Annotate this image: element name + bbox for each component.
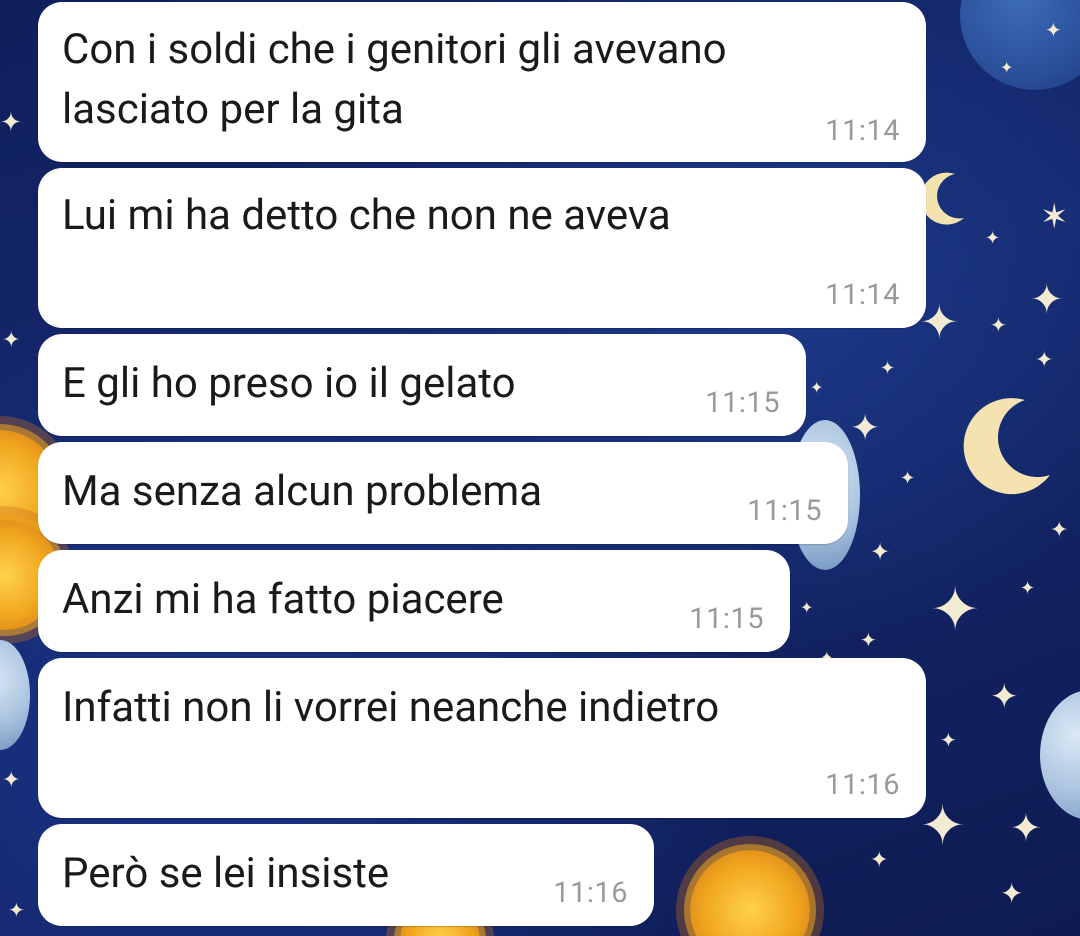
message-text: lasciato per la gita <box>62 85 404 134</box>
message-bubble[interactable]: Lui mi ha detto che non ne aveva 11:14 <box>38 168 926 328</box>
star-icon: ✦ <box>990 677 1019 717</box>
star-icon: ✦ <box>870 848 889 873</box>
star-icon: ✦ <box>1030 276 1064 323</box>
crescent-moon-icon <box>920 172 964 225</box>
star-icon: ✦ <box>985 228 1001 249</box>
message-bubble[interactable]: Anzi mi ha fatto piacere 11:15 <box>38 550 790 652</box>
message-text: Ma senza alcun problema <box>62 467 543 516</box>
star-icon: ✦ <box>860 628 877 652</box>
star-icon: ✦ <box>2 768 21 793</box>
star-icon: ✦ <box>8 898 25 922</box>
sun-icon <box>690 850 810 936</box>
message-text: Con i soldi che i genitori gli avevano <box>62 25 727 74</box>
star-icon: ✦ <box>1050 518 1069 543</box>
message-bubble[interactable]: Infatti non li vorrei neanche indietro 1… <box>38 658 926 818</box>
star-icon: ✦ <box>870 538 891 566</box>
star-icon: ✦ <box>2 328 21 353</box>
message-time: 11:15 <box>689 602 764 636</box>
message-text: Però se lei insiste <box>62 849 390 898</box>
message-text: Infatti non li vorrei neanche indietro <box>62 683 720 732</box>
star-icon: ✦ <box>810 378 824 397</box>
star-icon: ✦ <box>900 468 916 489</box>
crescent-moon-icon <box>0 224 36 306</box>
star-icon: ✦ <box>990 313 1007 337</box>
message-time: 11:16 <box>825 768 900 802</box>
message-text: Anzi mi ha fatto piacere <box>62 575 504 624</box>
message-bubble[interactable]: Ma senza alcun problema 11:15 <box>38 442 848 544</box>
message-bubble[interactable]: Però se lei insiste 11:16 <box>38 824 654 926</box>
star-icon: ✦ <box>0 108 22 138</box>
star-icon: ✦ <box>940 728 957 752</box>
message-bubble[interactable]: Con i soldi che i genitori gli avevano l… <box>38 2 926 162</box>
star-icon: ✦ <box>930 574 981 645</box>
star-icon: ✦ <box>850 407 881 449</box>
message-time: 11:14 <box>825 278 900 312</box>
star-icon: ✦ <box>1000 877 1024 910</box>
star-icon: ✦ <box>1035 348 1054 373</box>
message-time: 11:15 <box>705 386 780 420</box>
message-text: E gli ho preso io il gelato <box>62 359 516 408</box>
star-icon: ✶ <box>1040 197 1069 237</box>
planet-icon <box>1040 690 1080 820</box>
star-icon: ✦ <box>1000 58 1014 77</box>
message-time: 11:15 <box>747 494 822 528</box>
star-icon: ✦ <box>1045 18 1062 42</box>
star-icon: ✦ <box>800 598 814 617</box>
crescent-moon-icon <box>963 398 1050 495</box>
planet-icon <box>0 640 30 750</box>
message-time: 11:14 <box>825 114 900 148</box>
star-icon: ✦ <box>1010 807 1042 851</box>
star-icon: ✦ <box>920 795 966 858</box>
message-time: 11:16 <box>553 876 628 910</box>
star-icon: ✦ <box>1020 578 1036 599</box>
message-text: Lui mi ha detto che non ne aveva <box>62 191 671 240</box>
star-icon: ✦ <box>880 358 896 379</box>
message-bubble[interactable]: E gli ho preso io il gelato 11:15 <box>38 334 806 436</box>
planet-icon <box>960 0 1080 90</box>
